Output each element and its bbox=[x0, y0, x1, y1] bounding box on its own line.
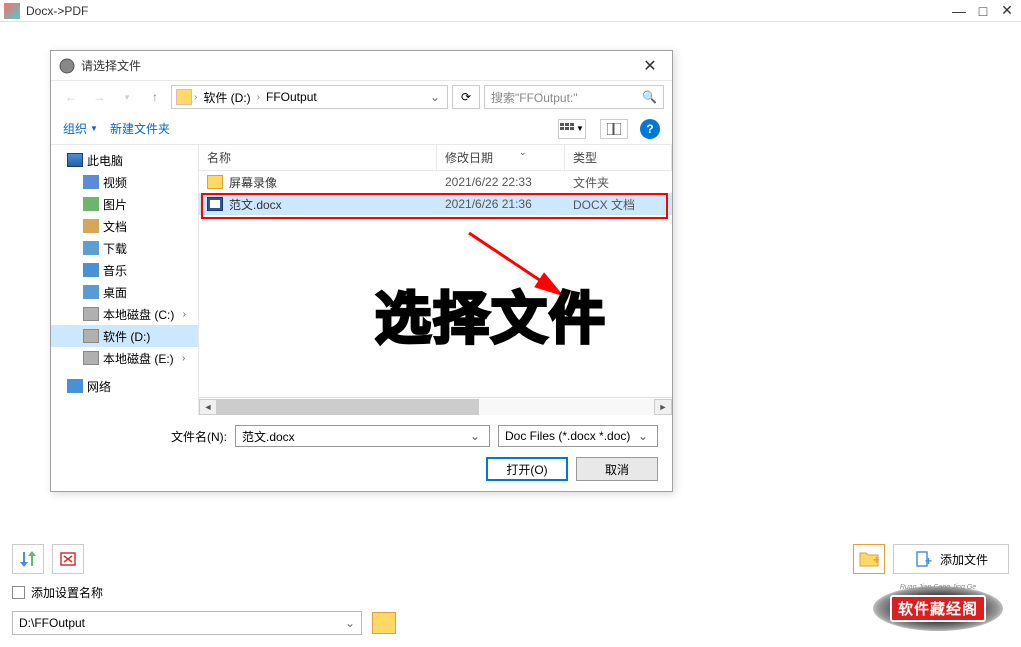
dialog-title: 请选择文件 bbox=[81, 57, 636, 74]
folder-icon bbox=[207, 175, 223, 189]
chevron-right-icon: › bbox=[257, 92, 260, 103]
sort-indicator-icon: ⌄ bbox=[519, 147, 527, 158]
add-file-icon: + bbox=[914, 550, 932, 568]
expand-icon[interactable]: › bbox=[178, 309, 190, 320]
maximize-button[interactable]: □ bbox=[973, 3, 993, 19]
scroll-thumb[interactable] bbox=[217, 399, 479, 415]
preview-pane-button[interactable] bbox=[600, 119, 628, 139]
checkbox-label: 添加设置名称 bbox=[31, 584, 103, 601]
dialog-titlebar: 请选择文件 ✕ bbox=[51, 51, 672, 81]
open-button[interactable]: 打开(O) bbox=[486, 457, 568, 481]
horizontal-scrollbar[interactable]: ◄ ► bbox=[199, 397, 672, 415]
add-folder-button[interactable]: + bbox=[853, 544, 885, 574]
file-row-folder[interactable]: 屏幕录像 2021/6/22 22:33 文件夹 bbox=[199, 171, 672, 193]
folder-icon bbox=[176, 89, 192, 105]
tree-videos[interactable]: 视频 bbox=[51, 171, 198, 193]
new-folder-button[interactable]: 新建文件夹 bbox=[110, 120, 170, 137]
search-placeholder: 搜索"FFOutput:" bbox=[491, 89, 642, 106]
tree-pictures[interactable]: 图片 bbox=[51, 193, 198, 215]
tree-drive-c[interactable]: 本地磁盘 (C:) › bbox=[51, 303, 198, 325]
dialog-icon bbox=[59, 58, 75, 74]
add-file-button[interactable]: + 添加文件 bbox=[893, 544, 1009, 574]
close-button[interactable]: ✕ bbox=[997, 3, 1017, 19]
refresh-button[interactable]: ⟳ bbox=[452, 85, 480, 109]
tree-desktop[interactable]: 桌面 bbox=[51, 281, 198, 303]
organize-menu[interactable]: 组织▼ bbox=[63, 120, 98, 137]
chevron-down-icon[interactable]: ⌄ bbox=[345, 616, 355, 630]
main-titlebar: Docx->PDF — □ ✕ bbox=[0, 0, 1021, 22]
column-name[interactable]: 名称 bbox=[199, 145, 437, 170]
video-icon bbox=[83, 175, 99, 189]
back-button[interactable]: ← bbox=[59, 85, 83, 109]
filename-input[interactable]: 范文.docx ⌄ bbox=[235, 425, 490, 447]
documents-icon bbox=[83, 219, 99, 233]
breadcrumb-folder[interactable]: FFOutput bbox=[262, 90, 321, 104]
app-title: Docx->PDF bbox=[26, 4, 949, 18]
forward-button[interactable]: → bbox=[87, 85, 111, 109]
network-icon bbox=[67, 379, 83, 393]
folder-tree: 此电脑 视频 图片 文档 下载 音乐 bbox=[51, 145, 199, 415]
watermark: Ruan Jian Cang Jing Ge 软件藏经阁 bbox=[873, 586, 1003, 631]
minimize-button[interactable]: — bbox=[949, 3, 969, 19]
drive-icon bbox=[83, 307, 99, 321]
chevron-down-icon[interactable]: ⌄ bbox=[467, 429, 483, 443]
chevron-right-icon: › bbox=[194, 92, 197, 103]
chevron-down-icon[interactable]: ⌄ bbox=[635, 429, 651, 443]
annotation-arrow-icon bbox=[459, 223, 579, 313]
tree-music[interactable]: 音乐 bbox=[51, 259, 198, 281]
file-row-docx[interactable]: 范文.docx 2021/6/26 21:36 DOCX 文档 bbox=[199, 193, 672, 215]
file-open-dialog: 请选择文件 ✕ ← → ▾ ↑ › 软件 (D:) › FFOutput ⌄ ⟳… bbox=[50, 50, 673, 492]
svg-text:+: + bbox=[873, 553, 879, 567]
desktop-icon bbox=[83, 285, 99, 299]
filename-label: 文件名(N): bbox=[65, 428, 227, 445]
list-rows: 屏幕录像 2021/6/22 22:33 文件夹 范文.docx 2021/6/… bbox=[199, 171, 672, 397]
scroll-track[interactable] bbox=[217, 399, 654, 415]
music-icon bbox=[83, 263, 99, 277]
tree-network[interactable]: 网络 bbox=[51, 375, 198, 397]
cancel-button[interactable]: 取消 bbox=[576, 457, 658, 481]
docx-icon bbox=[207, 197, 223, 211]
tree-computer[interactable]: 此电脑 bbox=[51, 149, 198, 171]
app-icon bbox=[4, 3, 20, 19]
tree-downloads[interactable]: 下载 bbox=[51, 237, 198, 259]
pictures-icon bbox=[83, 197, 99, 211]
view-options-button[interactable]: ▼ bbox=[558, 119, 586, 139]
file-type-filter[interactable]: Doc Files (*.docx *.doc) ⌄ bbox=[498, 425, 658, 447]
breadcrumb[interactable]: › 软件 (D:) › FFOutput ⌄ bbox=[171, 85, 448, 109]
breadcrumb-dropdown[interactable]: ⌄ bbox=[427, 90, 443, 104]
search-input[interactable]: 搜索"FFOutput:" 🔍 bbox=[484, 85, 664, 109]
up-button[interactable]: ↑ bbox=[143, 85, 167, 109]
main-bottom-panel: + + 添加文件 添加设置名称 D:\FFOutput ⌄ Ruan Jian … bbox=[0, 532, 1021, 647]
output-path-input[interactable]: D:\FFOutput ⌄ bbox=[12, 611, 362, 635]
navigation-bar: ← → ▾ ↑ › 软件 (D:) › FFOutput ⌄ ⟳ 搜索"FFOu… bbox=[51, 81, 672, 113]
downloads-icon bbox=[83, 241, 99, 255]
tree-drive-e[interactable]: 本地磁盘 (E:) › bbox=[51, 347, 198, 369]
scroll-right-button[interactable]: ► bbox=[654, 399, 672, 415]
breadcrumb-drive[interactable]: 软件 (D:) bbox=[199, 89, 254, 106]
remove-button[interactable] bbox=[52, 544, 84, 574]
browse-folder-button[interactable] bbox=[372, 612, 396, 634]
add-settings-checkbox[interactable] bbox=[12, 586, 25, 599]
convert-button[interactable] bbox=[12, 544, 44, 574]
dialog-footer: 文件名(N): 范文.docx ⌄ Doc Files (*.docx *.do… bbox=[51, 415, 672, 491]
computer-icon bbox=[67, 153, 83, 167]
search-icon: 🔍 bbox=[642, 90, 657, 104]
svg-text:+: + bbox=[925, 554, 932, 568]
file-list: 名称 修改日期 类型 ⌄ 屏幕录像 2021/6/22 22:33 文件夹 bbox=[199, 145, 672, 415]
tree-drive-d[interactable]: 软件 (D:) bbox=[51, 325, 198, 347]
recent-dropdown[interactable]: ▾ bbox=[115, 85, 139, 109]
dialog-toolbar: 组织▼ 新建文件夹 ▼ ? bbox=[51, 113, 672, 145]
list-header: 名称 修改日期 类型 ⌄ bbox=[199, 145, 672, 171]
column-date[interactable]: 修改日期 bbox=[437, 145, 565, 170]
annotation-text: 选择文件 bbox=[375, 274, 607, 355]
column-type[interactable]: 类型 bbox=[565, 145, 672, 170]
tree-documents[interactable]: 文档 bbox=[51, 215, 198, 237]
help-button[interactable]: ? bbox=[640, 119, 660, 139]
drive-icon bbox=[83, 351, 99, 365]
drive-icon bbox=[83, 329, 99, 343]
expand-icon[interactable]: › bbox=[178, 353, 190, 364]
scroll-left-button[interactable]: ◄ bbox=[199, 399, 217, 415]
dialog-close-button[interactable]: ✕ bbox=[636, 56, 664, 76]
